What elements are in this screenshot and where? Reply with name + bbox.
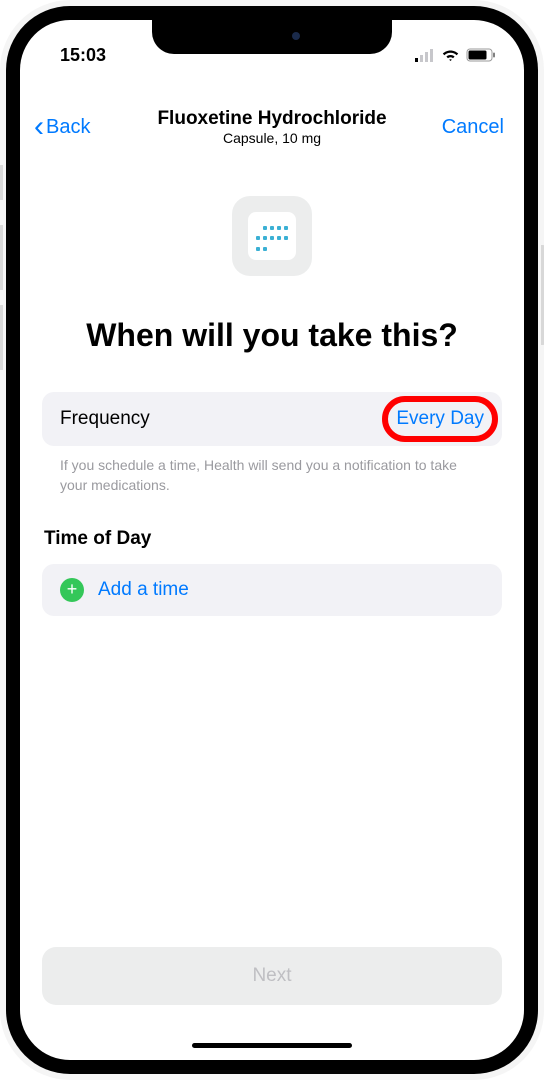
volume-up-button	[0, 225, 3, 290]
notch	[152, 20, 392, 54]
content: When will you take this? Frequency Every…	[20, 156, 524, 616]
cellular-icon	[415, 49, 435, 62]
frequency-row[interactable]: Frequency Every Day	[42, 392, 502, 446]
status-time: 15:03	[60, 45, 106, 66]
back-label: Back	[46, 116, 90, 139]
add-time-button[interactable]: + Add a time	[42, 564, 502, 616]
chevron-left-icon: ‹	[34, 112, 44, 142]
cancel-button[interactable]: Cancel	[442, 116, 504, 139]
add-time-label: Add a time	[98, 579, 189, 601]
plus-icon: +	[60, 578, 84, 602]
mute-switch	[0, 165, 3, 200]
phone-frame: 15:03 ‹ Back Fluoxetine Hydrochloride Ca…	[0, 0, 544, 1080]
nav-title-main: Fluoxetine Hydrochloride	[157, 108, 386, 130]
wifi-icon	[441, 48, 460, 62]
time-of-day-header: Time of Day	[44, 528, 502, 550]
calendar-icon	[248, 212, 296, 260]
home-indicator[interactable]	[192, 1043, 352, 1048]
battery-icon	[466, 48, 496, 62]
frequency-label: Frequency	[60, 408, 150, 430]
nav-title-sub: Capsule, 10 mg	[157, 130, 386, 146]
frequency-hint: If you schedule a time, Health will send…	[42, 446, 502, 495]
frequency-value: Every Day	[396, 408, 484, 430]
back-button[interactable]: ‹ Back	[34, 112, 90, 142]
next-button[interactable]: Next	[42, 947, 502, 1005]
page-heading: When will you take this?	[42, 316, 502, 354]
phone-screen: 15:03 ‹ Back Fluoxetine Hydrochloride Ca…	[20, 20, 524, 1060]
front-camera	[292, 32, 300, 40]
nav-bar: ‹ Back Fluoxetine Hydrochloride Capsule,…	[20, 72, 524, 156]
nav-title: Fluoxetine Hydrochloride Capsule, 10 mg	[157, 108, 386, 146]
status-indicators	[415, 48, 496, 62]
schedule-icon-container	[232, 196, 312, 276]
volume-down-button	[0, 305, 3, 370]
